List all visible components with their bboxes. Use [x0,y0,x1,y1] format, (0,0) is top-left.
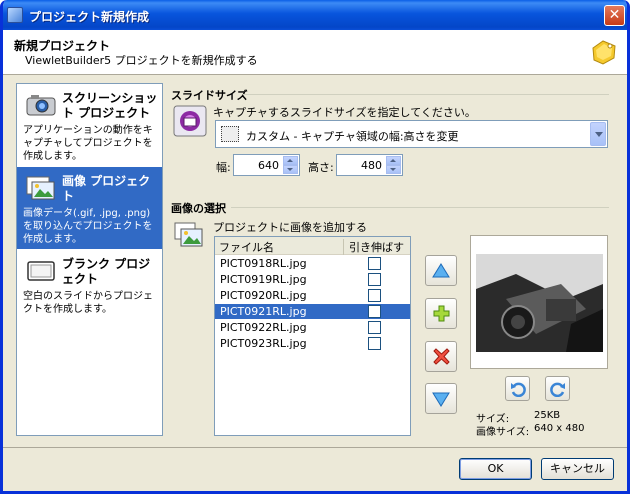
slide-size-select[interactable]: カスタム - キャプチャ領域の幅:高さを変更 [215,120,608,148]
stretch-checkbox[interactable] [368,321,381,334]
file-row-selected[interactable]: PICT0921RL.jpg [215,304,410,319]
file-row[interactable]: PICT0922RL.jpg [215,320,410,335]
camera-icon [26,95,56,116]
dialog-header: 新規プロジェクト ViewletBuilder5 プロジェクトを新規作成する [3,30,627,75]
stretch-checkbox[interactable] [368,305,381,318]
title-bar[interactable]: プロジェクト新規作成 ✕ [3,0,627,30]
image-dims-value: 640 x 480 [534,423,585,434]
width-increase-button[interactable] [283,156,298,165]
rotate-left-icon [511,382,526,397]
width-stepper[interactable]: 640 [233,154,300,176]
height-label: 高さ: [308,161,334,174]
column-header-filename[interactable]: ファイル名 [219,239,274,255]
width-label: 幅: [216,161,231,174]
rotate-right-icon [550,382,565,397]
file-row[interactable]: PICT0918RL.jpg [215,256,410,271]
image-select-prompt: プロジェクトに画像を追加する [213,221,367,234]
chevron-down-icon[interactable] [590,122,606,146]
app-window-icon [7,7,23,23]
height-increase-button[interactable] [386,156,401,165]
file-name: PICT0922RL.jpg [220,321,307,334]
move-down-button[interactable] [425,383,457,414]
width-decrease-button[interactable] [283,165,298,174]
file-row[interactable]: PICT0919RL.jpg [215,272,410,287]
file-row[interactable]: PICT0920RL.jpg [215,288,410,303]
image-project-title: 画像 プロジェクト [62,174,151,203]
stretch-checkbox[interactable] [368,273,381,286]
file-name: PICT0920RL.jpg [220,289,307,302]
rotate-left-button[interactable] [505,376,530,401]
ok-button[interactable]: OK [459,458,532,480]
plus-icon [433,305,450,322]
height-decrease-button[interactable] [386,165,401,174]
remove-image-button[interactable] [425,341,457,372]
footer-divider [3,447,627,448]
image-icon [26,176,55,200]
project-type-list: スクリーンショット プロジェクト アプリケーションの動作をキャプチャしてプロジェ… [16,83,163,436]
image-preview [470,235,608,369]
blank-slide-icon [27,261,55,281]
file-name: PICT0921RL.jpg [220,305,307,318]
image-dims-info: 画像サイズ: 640 x 480 [476,423,616,438]
slide-size-section-label: スライドサイズ [171,89,248,102]
section-divider [243,94,609,95]
arrow-up-icon [432,263,450,278]
section-divider [231,207,609,208]
height-stepper[interactable]: 480 [336,154,403,176]
preview-photo [476,254,603,352]
stretch-checkbox[interactable] [368,257,381,270]
slide-size-prompt: キャプチャするスライドサイズを指定してください。 [213,106,476,119]
image-file-list[interactable]: ファイル名 引き伸ばす PICT0918RL.jpg PICT0919RL.jp… [214,236,411,436]
height-value: 480 [361,159,382,172]
screenshot-project-desc: アプリケーションの動作をキャプチャしてプロジェクトを作成します。 [23,125,153,162]
cancel-button[interactable]: キャンセル [541,458,614,480]
close-button[interactable]: ✕ [604,5,625,26]
project-dialog: プロジェクト新規作成 ✕ 新規プロジェクト ViewletBuilder5 プロ… [0,0,630,494]
capture-region-icon [221,126,239,142]
column-header-stretch[interactable]: 引き伸ばす [343,239,407,255]
file-list-header: ファイル名 引き伸ばす [215,237,410,255]
add-images-icon [174,222,203,247]
stretch-checkbox[interactable] [368,337,381,350]
project-type-blank[interactable]: ブランク プロジェクト 空白のスライドからプロジェクトを作成します。 [17,250,162,332]
image-select-section-label: 画像の選択 [171,202,226,215]
blank-project-title: ブランク プロジェクト [62,257,151,286]
rotate-right-button[interactable] [545,376,570,401]
window-title: プロジェクト新規作成 [29,10,150,24]
file-name: PICT0918RL.jpg [220,257,307,270]
image-dims-label: 画像サイズ: [476,427,530,438]
file-name: PICT0919RL.jpg [220,273,307,286]
project-type-screenshot[interactable]: スクリーンショット プロジェクト アプリケーションの動作をキャプチャしてプロジェ… [17,84,162,166]
height-spin-buttons [386,156,401,174]
blank-project-desc: 空白のスライドからプロジェクトを作成します。 [23,291,153,315]
screenshot-project-title: スクリーンショット プロジェクト [62,91,158,120]
file-size-value: 25KB [534,410,561,421]
move-up-button[interactable] [425,255,457,286]
add-image-button[interactable] [425,298,457,329]
project-type-image[interactable]: 画像 プロジェクト 画像データ(.gif, .jpg, .png)を取り込んでプ… [17,167,162,249]
width-spin-buttons [283,156,298,174]
file-name: PICT0923RL.jpg [220,337,307,350]
stretch-checkbox[interactable] [368,289,381,302]
arrow-down-icon [432,392,450,407]
image-project-desc: 画像データ(.gif, .jpg, .png)を取り込んでプロジェクトを作成しま… [23,208,153,245]
delete-icon [433,348,450,365]
capture-size-icon [173,105,207,137]
width-value: 640 [258,159,279,172]
file-row[interactable]: PICT0923RL.jpg [215,336,410,351]
slide-size-select-value: カスタム - キャプチャ領域の幅:高さを変更 [246,130,459,143]
header-subtitle: ViewletBuilder5 プロジェクトを新規作成する [25,54,258,67]
new-project-badge-icon [592,40,616,65]
